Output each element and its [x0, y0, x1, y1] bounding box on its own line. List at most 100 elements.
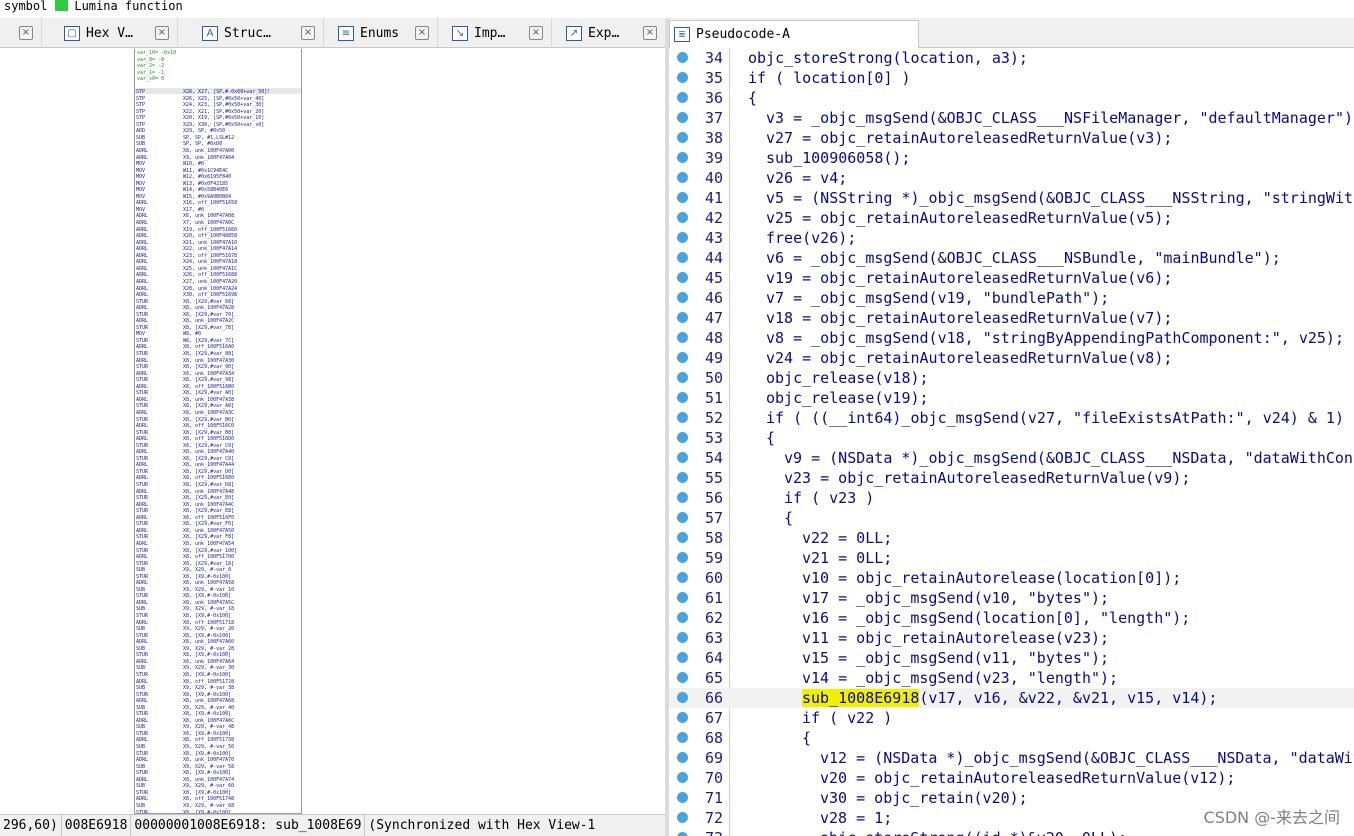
asm-line[interactable]: STUR X8, [X29,#var_E0] [135, 495, 301, 501]
breakpoint-dot-icon[interactable] [677, 292, 688, 303]
asm-line[interactable]: STUR X8, [X29,#var_D0] [135, 469, 301, 475]
breakpoint-dot-icon[interactable] [677, 552, 688, 563]
breakpoint-dot-icon[interactable] [677, 492, 688, 503]
asm-line[interactable]: STUR X8, [X9,#-0x100] [135, 672, 301, 678]
asm-line[interactable]: ADRL X23, off_100F51678 [135, 253, 301, 259]
asm-line[interactable]: STUR X8, [X29,#var_B0] [135, 417, 301, 423]
asm-line[interactable]: MOV W15, #0x9A0B0B04 [135, 194, 301, 200]
breakpoint-dot-icon[interactable] [677, 752, 688, 763]
asm-line[interactable]: STUR X8, [X9,#-0x100] [135, 692, 301, 698]
breakpoint-dot-icon[interactable] [677, 772, 688, 783]
asm-line[interactable]: STUR W8, [X29,#var_7C] [135, 338, 301, 344]
asm-line[interactable]: SUB X9, X29, #-var_68 [135, 803, 301, 809]
breakpoint-dot-icon[interactable] [677, 832, 688, 836]
breakpoint-dot-icon[interactable] [677, 92, 688, 103]
highlighted-symbol[interactable]: sub_1008E6918 [802, 689, 920, 707]
code-line[interactable]: 57 { [669, 508, 1354, 528]
asm-line[interactable]: ADRL X8, unk_100F47A54 [135, 541, 301, 547]
code-line[interactable]: 65 v14 = _objc_msgSend(v23, "length"); [669, 668, 1354, 688]
asm-line[interactable]: ADRL X8, unk_100F47A2C [135, 318, 301, 324]
asm-line[interactable]: STUR X8, [X29,#var_100] [135, 548, 301, 554]
code-line[interactable]: 34 objc_storeStrong(location, a3); [669, 48, 1354, 68]
code-line[interactable]: 44 v6 = _objc_msgSend(&OBJC_CLASS___NSBun… [669, 248, 1354, 268]
code-line[interactable]: 50 objc_release(v18); [669, 368, 1354, 388]
asm-line[interactable]: ADD X29, SP, #0x50 [135, 128, 301, 134]
code-line[interactable]: 40 v26 = v4; [669, 168, 1354, 188]
code-line[interactable]: 51 objc_release(v19); [669, 388, 1354, 408]
close-icon[interactable]: × [415, 26, 429, 40]
asm-line[interactable]: STUR X8, [X9,#-0x100] [135, 652, 301, 658]
asm-line[interactable]: STUR X8, [X29,#var_F8] [135, 534, 301, 540]
asm-line[interactable]: MOV W11, #0x1C94E4C [135, 168, 301, 174]
code-line[interactable]: 52 if ( ((__int64)_objc_msgSend(v27, "fil… [669, 408, 1354, 428]
asm-line[interactable]: STUR X8, [X9,#-0x100] [135, 593, 301, 599]
asm-line[interactable]: STUR X8, [X29,#var_C8] [135, 456, 301, 462]
asm-line[interactable]: STUR X8, [X29,#var_D8] [135, 482, 301, 488]
tab-exports[interactable]: ↗ Exp… × [552, 18, 665, 48]
tab-structures[interactable]: A Struc… × [178, 18, 324, 48]
asm-line[interactable]: STUR X8, [X9,#-0x100] [135, 790, 301, 796]
asm-line[interactable]: ADRL X8, unk_100F47A00 [135, 148, 301, 154]
asm-line[interactable]: SUB X9, X29, #-var_50 [135, 744, 301, 750]
asm-line[interactable]: ADRL X19, off_100F51660 [135, 227, 301, 233]
breakpoint-dot-icon[interactable] [677, 572, 688, 583]
tab-enums[interactable]: ≡ Enums × [324, 18, 438, 48]
asm-line[interactable]: ADRL X8, off_100F516F0 [135, 515, 301, 521]
asm-line[interactable]: ADRL X8, unk_100F47A44 [135, 462, 301, 468]
asm-line[interactable]: SUB X9, X29, #-var_58 [135, 764, 301, 770]
close-icon[interactable]: × [301, 26, 315, 40]
asm-line[interactable]: STUR X8, [X29,#var_90] [135, 364, 301, 370]
code-line[interactable]: 54 v9 = (NSData *)_objc_msgSend(&OBJC_CLA… [669, 448, 1354, 468]
ida-graph-view[interactable]: var_10= -0x10 var_8= -8 var_2= -2 var_1= -1… [0, 49, 665, 814]
asm-line[interactable]: STUR X8, [X9,#-0x100] [135, 613, 301, 619]
asm-line[interactable]: MOV W13, #0x0F42185 [135, 181, 301, 187]
asm-line[interactable]: ADRL X8, unk_100F47A3C [135, 410, 301, 416]
asm-line[interactable]: ADRL X28, unk_100F47A24 [135, 286, 301, 292]
asm-line[interactable]: STUR X8, [X29,#var_18] [135, 561, 301, 567]
code-line[interactable]: 35 if ( location[0] ) [669, 68, 1354, 88]
breakpoint-dot-icon[interactable] [677, 712, 688, 723]
asm-line[interactable]: ADRL X8, unk_100F47A58 [135, 580, 301, 586]
pseudocode-view[interactable]: 34 objc_storeStrong(location, a3); 35 if ( … [669, 48, 1354, 836]
asm-line[interactable]: STUR X8, [X29,#var_F0] [135, 521, 301, 527]
asm-line[interactable]: MOV W8, #0 [135, 331, 301, 337]
code-line[interactable]: 53 { [669, 428, 1354, 448]
asm-line[interactable]: ADRL X26, off_100F51688 [135, 272, 301, 278]
asm-line[interactable]: MOV X17, #0 [135, 207, 301, 213]
asm-line[interactable]: ADRL X8, unk_100F47A30 [135, 358, 301, 364]
asm-line[interactable]: ADRL X8, unk_100F47A28 [135, 305, 301, 311]
code-line[interactable]: 48 v8 = _objc_msgSend(v18, "stringByAppen… [669, 328, 1354, 348]
close-icon[interactable]: × [529, 26, 543, 40]
code-line[interactable]: 67 if ( v22 ) [669, 708, 1354, 728]
asm-line[interactable]: SUB SP, SP, #1,LSL#12 [135, 135, 301, 141]
breakpoint-dot-icon[interactable] [677, 252, 688, 263]
asm-line[interactable]: STUR X8, [X29,#var_78] [135, 325, 301, 331]
asm-line[interactable]: ADRL X25, unk_100F47A1C [135, 266, 301, 272]
code-line[interactable]: 43 free(v26); [669, 228, 1354, 248]
asm-line[interactable]: MOV W10, #0 [135, 161, 301, 167]
asm-line[interactable]: STUR X8, [X9,#-0x100] [135, 633, 301, 639]
asm-line[interactable]: ADRL X8, off_100F516D0 [135, 436, 301, 442]
code-line[interactable]: 47 v18 = objc_retainAutoreleasedReturnVal… [669, 308, 1354, 328]
code-line[interactable]: 69 v12 = (NSData *)_objc_msgSend(&OBJC_CL… [669, 748, 1354, 768]
asm-line[interactable]: ADRL X8, off_100F516E0 [135, 475, 301, 481]
code-line[interactable]: 66 sub_1008E6918(v17, v16, &v22, &v21, v1… [669, 688, 1354, 708]
asm-line[interactable]: ADRL X30, off_100F51698 [135, 292, 301, 298]
asm-line[interactable]: ADRL X8, off_100F516C0 [135, 423, 301, 429]
asm-line[interactable]: ADRL X8, off_100F51700 [135, 554, 301, 560]
code-line[interactable]: 64 v15 = _objc_msgSend(v11, "bytes"); [669, 648, 1354, 668]
code-line[interactable]: 56 if ( v23 ) [669, 488, 1354, 508]
asm-line[interactable]: STUR X8, [X29,#var_C0] [135, 443, 301, 449]
breakpoint-dot-icon[interactable] [677, 52, 688, 63]
asm-line[interactable]: SUB X9, X29, #-var_48 [135, 724, 301, 730]
code-line[interactable]: 73 objc_storeStrong((id *)&v20, 0LL); [669, 828, 1354, 836]
breakpoint-dot-icon[interactable] [677, 652, 688, 663]
code-line[interactable]: 37 v3 = _objc_msgSend(&OBJC_CLASS___NSFil… [669, 108, 1354, 128]
asm-line[interactable]: STUR X8, [X29,#var_68] [135, 299, 301, 305]
asm-line[interactable]: STUR X8, [X29,#var_98] [135, 377, 301, 383]
asm-line[interactable]: ADRL X27, unk_100F47A20 [135, 279, 301, 285]
breakpoint-dot-icon[interactable] [677, 72, 688, 83]
breakpoint-dot-icon[interactable] [677, 312, 688, 323]
asm-line[interactable]: ADRL X8, unk_100F47A38 [135, 397, 301, 403]
asm-line[interactable]: SUB X9, X29, #-var_38 [135, 685, 301, 691]
